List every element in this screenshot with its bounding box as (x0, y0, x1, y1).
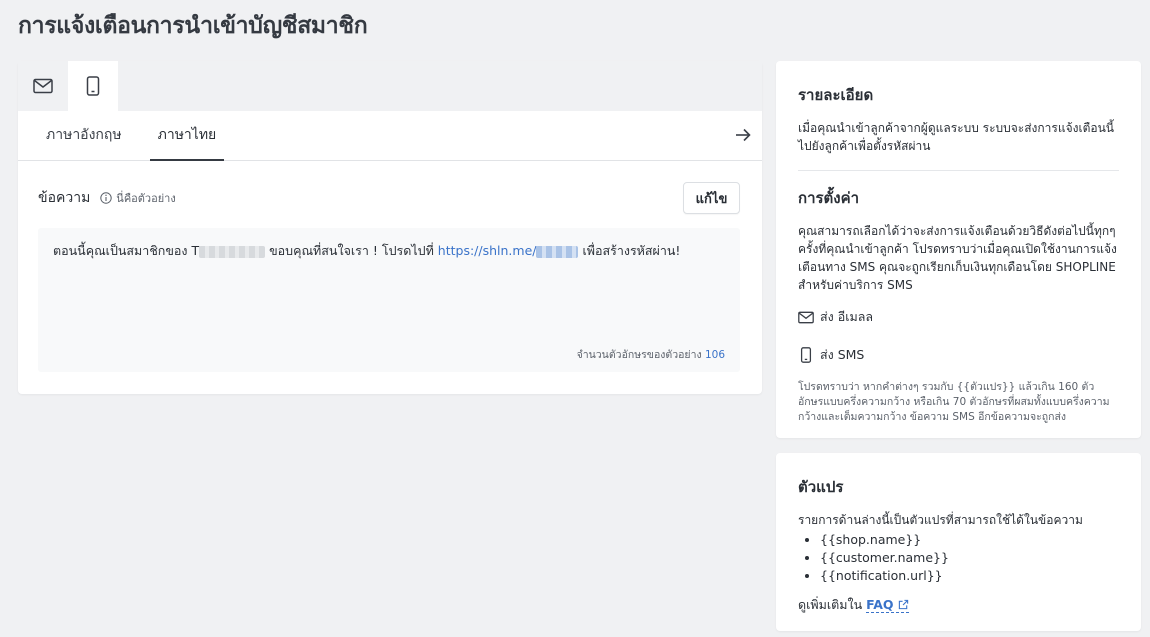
message-link[interactable]: https://shln.me/ (438, 243, 537, 258)
faq-link[interactable]: FAQ (866, 597, 909, 613)
faq-row: ดูเพิ่มเติมใน FAQ (798, 595, 1119, 615)
message-header: ข้อความ นี่คือตัวอย่าง แก้ไข (38, 182, 740, 214)
variables-list: {{shop.name}} {{customer.name}} {{notifi… (820, 531, 1119, 585)
char-count: จำนวนตัวอักษรของตัวอย่าง 106 (577, 346, 725, 363)
mail-icon (798, 311, 814, 323)
message-preview: ตอนนี้คุณเป็นสมาชิกของ T ขอบคุณที่สนใจเร… (38, 228, 740, 372)
details-title: รายละเอียด (798, 86, 874, 104)
language-tabs: ภาษาอังกฤษ ภาษาไทย (18, 111, 762, 161)
tab-thai[interactable]: ภาษาไทย (149, 111, 225, 161)
external-link-icon (898, 599, 908, 610)
option-sms-label: ส่ง SMS (820, 347, 865, 362)
char-count-label: จำนวนตัวอักษรของตัวอย่าง (576, 349, 702, 361)
channel-tabs (18, 61, 762, 111)
message-text-part1: ตอนนี้คุณเป็นสมาชิกของ (53, 243, 192, 258)
page-title: การแจ้งเตือนการนำเข้าบัญชีสมาชิก (18, 13, 368, 39)
edit-button[interactable]: แก้ไข (683, 182, 740, 214)
message-text-part2: ขอบคุณที่สนใจเรา ! โปรดไปที่ (265, 243, 438, 258)
details-card: รายละเอียด เมื่อคุณนำเข้าลูกค้าจากผู้ดูแ… (776, 61, 1141, 438)
settings-title: การตั้งค่า (798, 189, 860, 207)
mobile-phone-icon (800, 347, 812, 363)
preview-hint-text: นี่คือตัวอย่าง (116, 192, 176, 205)
notification-editor-card: ภาษาอังกฤษ ภาษาไทย ข้อความ นี่คือตัวอย่า… (18, 61, 762, 394)
redacted-link-code (536, 245, 579, 258)
char-count-value: 106 (704, 349, 725, 361)
arrow-right-icon[interactable] (734, 126, 752, 144)
tab-email[interactable] (18, 61, 68, 111)
redacted-shop-name (199, 245, 266, 258)
message-label: ข้อความ (38, 190, 91, 206)
preview-hint: นี่คือตัวอย่าง (100, 189, 176, 207)
faq-link-label: FAQ (866, 597, 894, 612)
message-text-part3: เพื่อสร้างรหัสผ่าน! (578, 243, 681, 258)
divider (798, 170, 1119, 171)
mail-icon (33, 78, 53, 94)
variables-intro: รายการด้านล่างนี้เป็นตัวแปรที่สามารถใช้ไ… (798, 513, 1083, 527)
shop-name-initial: T (191, 243, 200, 258)
info-icon (100, 192, 112, 204)
list-item: {{notification.url}} (820, 567, 1119, 585)
tab-english[interactable]: ภาษาอังกฤษ (38, 111, 130, 161)
option-email-label: ส่ง อีเมลล (820, 309, 874, 324)
option-email[interactable]: ส่ง อีเมลล (798, 307, 1119, 327)
variables-card: ตัวแปร รายการด้านล่างนี้เป็นตัวแปรที่สาม… (776, 453, 1141, 631)
option-sms[interactable]: ส่ง SMS (798, 345, 1119, 365)
settings-text: คุณสามารถเลือกได้ว่าจะส่งการแจ้งเตือนด้ว… (798, 224, 1117, 292)
variables-title: ตัวแปร (798, 478, 844, 496)
faq-prefix: ดูเพิ่มเติมใน (798, 597, 863, 612)
list-item: {{shop.name}} (820, 531, 1119, 549)
mobile-phone-icon (86, 76, 100, 96)
tab-sms[interactable] (68, 61, 118, 111)
details-text: เมื่อคุณนำเข้าลูกค้าจากผู้ดูแลระบบ ระบบจ… (798, 121, 1115, 153)
list-item: {{customer.name}} (820, 549, 1119, 567)
sms-length-note: โปรดทราบว่า หากคำต่างๆ รวมกับ {{ตัวแปร}}… (798, 381, 1110, 423)
